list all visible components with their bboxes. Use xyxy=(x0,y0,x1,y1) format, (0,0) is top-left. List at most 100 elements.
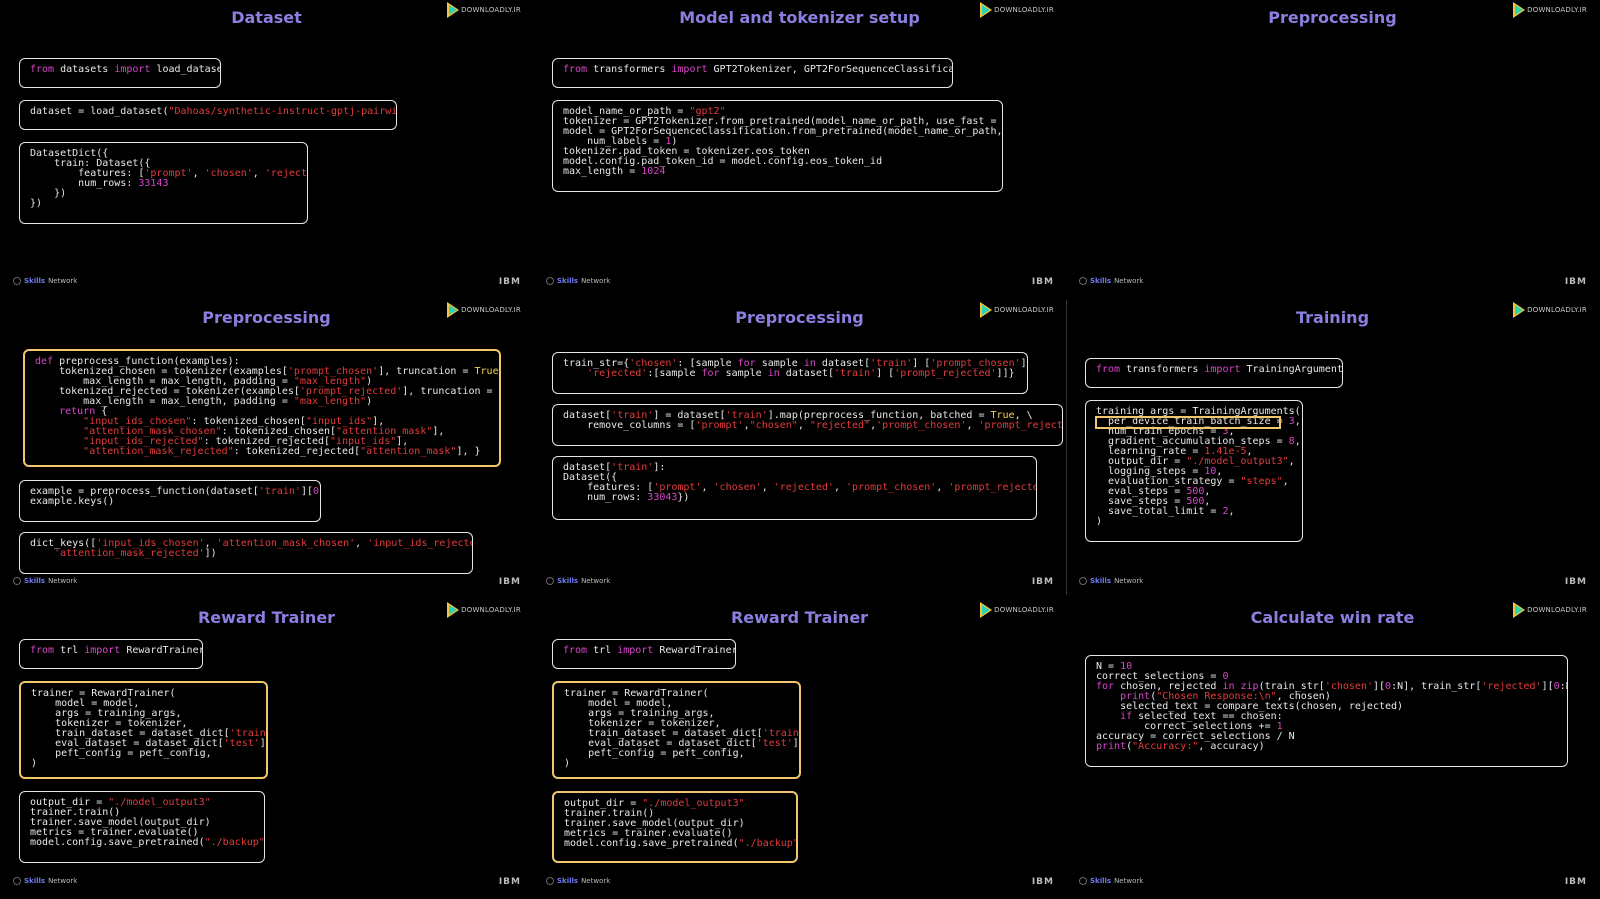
play-icon xyxy=(980,302,993,318)
code-line: from transformers import TrainingArgumen… xyxy=(1096,364,1343,375)
code-line: model.config.save_pretrained("./backup") xyxy=(30,837,265,848)
skills-network-logo: Skills Network xyxy=(1079,877,1143,885)
skills-network-icon xyxy=(546,577,554,585)
play-icon xyxy=(980,602,993,618)
downloadly-logo: DOWNLOADLY.IR xyxy=(447,2,521,18)
slide-grid: Dataset DOWNLOADLY.IR from datasets impo… xyxy=(0,0,1600,899)
downloadly-logo: DOWNLOADLY.IR xyxy=(1513,302,1587,318)
slide-win-rate: Calculate win rate DOWNLOADLY.IR N = 10 c… xyxy=(1066,600,1599,899)
ibm-logo: IBM xyxy=(1031,577,1054,587)
code-line: dataset['train']: xyxy=(563,462,666,473)
code-line: dataset = load_dataset("Dahoas/synthetic… xyxy=(30,106,397,117)
code-line: max_length = 1024 xyxy=(563,166,666,177)
slide-preprocessing-3: Preprocessing DOWNLOADLY.IR train_str={'… xyxy=(533,300,1066,599)
ibm-logo: IBM xyxy=(498,277,521,287)
code-block: from trl import RewardTrainer xyxy=(552,639,736,669)
code-block: from transformers import GPT2Tokenizer, … xyxy=(552,58,953,88)
code-line: save_total_limit = 2, xyxy=(1096,506,1235,517)
ibm-logo: IBM xyxy=(498,577,521,587)
skills-network-icon xyxy=(546,277,554,285)
code-line: from trl import RewardTrainer xyxy=(30,645,203,656)
ibm-logo: IBM xyxy=(1031,877,1054,887)
skills-network-logo: Skills Network xyxy=(13,277,77,285)
code-line: }) xyxy=(30,188,67,199)
skills-network-icon xyxy=(13,577,21,585)
code-block: dataset['train'] = dataset['train'].map(… xyxy=(552,404,1063,446)
skills-network-logo: Skills Network xyxy=(1079,277,1143,285)
slide-reward-trainer-1: Reward Trainer DOWNLOADLY.IR from trl im… xyxy=(0,600,533,899)
code-line: ) xyxy=(1096,516,1103,527)
code-line: ) xyxy=(31,758,38,769)
code-line: 'rejected':[sample for sample in dataset… xyxy=(587,368,1015,379)
code-line: 'attention_mask_rejected']) xyxy=(54,548,217,559)
ibm-logo: IBM xyxy=(498,877,521,887)
code-line: from datasets import load_dataset xyxy=(30,64,221,75)
code-block: model_name_or_path = "gpt2" tokenizer = G… xyxy=(552,100,1003,192)
slide-dataset: Dataset DOWNLOADLY.IR from datasets impo… xyxy=(0,0,533,299)
skills-network-icon xyxy=(546,877,554,885)
code-block-highlighted: output_dir = "./model_output3" trainer.tr… xyxy=(552,791,798,863)
code-block: example = preprocess_function(dataset['t… xyxy=(19,480,321,522)
skills-network-logo: Skills Network xyxy=(13,877,77,885)
code-block: train_str={'chosen': [sample for sample … xyxy=(552,352,1028,394)
skills-network-icon xyxy=(1079,877,1087,885)
skills-network-icon xyxy=(1079,277,1087,285)
skills-network-logo: Skills Network xyxy=(546,877,610,885)
code-block: dataset = load_dataset("Dahoas/synthetic… xyxy=(19,100,397,130)
code-block: from transformers import TrainingArgumen… xyxy=(1085,358,1343,388)
code-block: N = 10 correct_selections = 0 for chosen, … xyxy=(1085,655,1568,767)
code-block: dataset['train']: Dataset({ features: ['p… xyxy=(552,456,1037,520)
skills-network-logo: Skills Network xyxy=(1079,577,1143,585)
play-icon xyxy=(1513,2,1526,18)
ibm-logo: IBM xyxy=(1564,877,1587,887)
skills-network-logo: Skills Network xyxy=(13,577,77,585)
code-line: num_rows: 33143 xyxy=(30,178,169,189)
code-block: DatasetDict({ train: Dataset({ features:… xyxy=(19,142,308,224)
play-icon xyxy=(1513,302,1526,318)
code-line: num_rows: 33043}) xyxy=(563,492,690,503)
code-block-highlighted: trainer = RewardTrainer( model = model, … xyxy=(19,681,268,779)
slide-preprocessing-2: Preprocessing DOWNLOADLY.IR def preproce… xyxy=(0,300,533,599)
divider xyxy=(1066,300,1067,595)
downloadly-logo: DOWNLOADLY.IR xyxy=(980,302,1054,318)
code-block: dict_keys(['input_ids_chosen', 'attentio… xyxy=(19,532,473,574)
skills-network-icon xyxy=(13,877,21,885)
skills-network-logo: Skills Network xyxy=(546,277,610,285)
downloadly-logo: DOWNLOADLY.IR xyxy=(1513,602,1587,618)
ibm-logo: IBM xyxy=(1564,277,1587,287)
code-block-highlighted: def preprocess_function(examples): token… xyxy=(23,349,501,467)
play-icon xyxy=(447,602,460,618)
play-icon xyxy=(980,2,993,18)
slide-reward-trainer-2: Reward Trainer DOWNLOADLY.IR from trl im… xyxy=(533,600,1066,899)
code-line: "attention_mask_rejected": tokenized_rej… xyxy=(83,446,481,457)
code-block: output_dir = "./model_output3" trainer.tr… xyxy=(19,791,265,863)
code-line: from transformers import GPT2Tokenizer, … xyxy=(563,64,953,75)
downloadly-logo: DOWNLOADLY.IR xyxy=(980,2,1054,18)
skills-network-icon xyxy=(1079,577,1087,585)
code-line: print("Accuracy:", accuracy) xyxy=(1096,741,1265,752)
ibm-logo: IBM xyxy=(1564,577,1587,587)
code-block: from datasets import load_dataset xyxy=(19,58,221,88)
code-block-highlighted: trainer = RewardTrainer( model = model, … xyxy=(552,681,801,779)
batch-size-highlight xyxy=(1095,416,1281,429)
code-line: from trl import RewardTrainer xyxy=(563,645,736,656)
code-line: remove_columns = ['prompt',"chosen", "re… xyxy=(563,420,1063,431)
slide-training: Training DOWNLOADLY.IR from transformers… xyxy=(1066,300,1599,599)
code-block: from trl import RewardTrainer xyxy=(19,639,203,669)
play-icon xyxy=(1513,602,1526,618)
downloadly-logo: DOWNLOADLY.IR xyxy=(980,602,1054,618)
code-line: example.keys() xyxy=(30,496,115,507)
play-icon xyxy=(447,2,460,18)
skills-network-logo: Skills Network xyxy=(546,577,610,585)
code-line: model.config.save_pretrained("./backup") xyxy=(564,838,798,849)
ibm-logo: IBM xyxy=(1031,277,1054,287)
slide-model-tokenizer: Model and tokenizer setup DOWNLOADLY.IR … xyxy=(533,0,1066,299)
downloadly-logo: DOWNLOADLY.IR xyxy=(1513,2,1587,18)
play-icon xyxy=(447,302,460,318)
slide-preprocessing-1: Preprocessing DOWNLOADLY.IR Skills Networ… xyxy=(1066,0,1599,299)
downloadly-logo: DOWNLOADLY.IR xyxy=(447,602,521,618)
code-line: peft_config = peft_config, xyxy=(564,748,745,759)
code-line: peft_config = peft_config, xyxy=(31,748,212,759)
downloadly-logo: DOWNLOADLY.IR xyxy=(447,302,521,318)
skills-network-icon xyxy=(13,277,21,285)
